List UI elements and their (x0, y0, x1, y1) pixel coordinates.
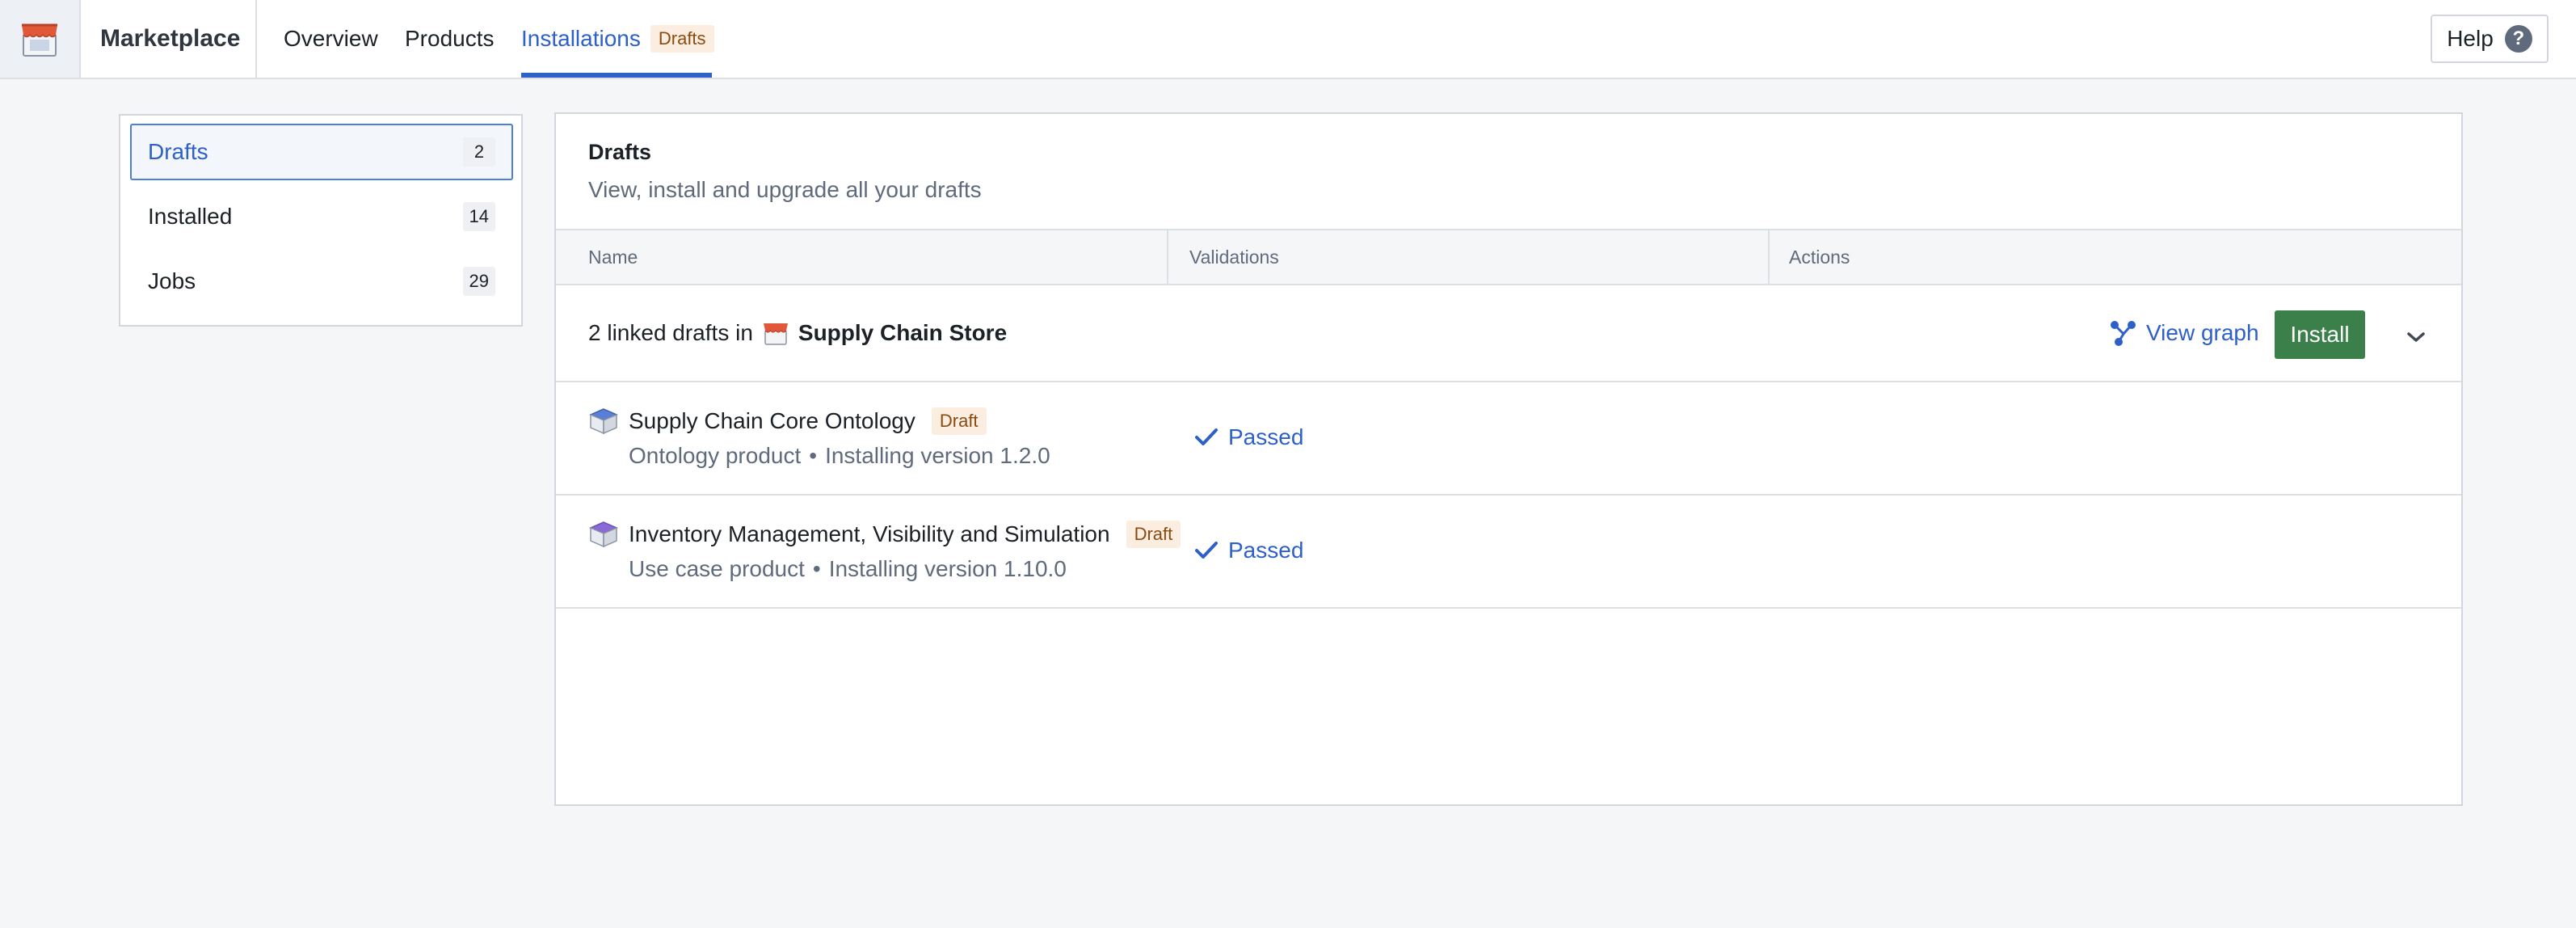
validation-status: Passed (1194, 382, 1303, 492)
chevron-down-icon (2407, 332, 2425, 342)
column-header-validations[interactable]: Validations (1189, 230, 1279, 284)
sidebar-item-label: Installed (148, 204, 233, 229)
checkmark-icon (1195, 428, 1218, 445)
help-icon: ? (2504, 25, 2532, 53)
meta-separator: • (809, 443, 818, 468)
view-graph-label: View graph (2146, 320, 2259, 345)
product-box-icon (589, 521, 618, 548)
meta-separator: • (812, 556, 821, 581)
count-badge: 29 (462, 267, 495, 296)
table-row[interactable]: Inventory Management, Visibility and Sim… (556, 496, 2461, 609)
top-navbar: Marketplace Overview Products Installati… (0, 0, 2576, 79)
linked-drafts-text: 2 linked drafts in (588, 320, 753, 345)
sidebar-item-label: Jobs (148, 268, 196, 293)
help-label: Help (2447, 26, 2494, 51)
navbar-divider (255, 0, 257, 78)
drafts-panel: Drafts View, install and upgrade all you… (554, 112, 2463, 806)
store-group-row: 2 linked drafts in Supply Chain Store Vi… (556, 285, 2461, 382)
help-button[interactable]: Help ? (2431, 15, 2549, 63)
column-header-actions[interactable]: Actions (1789, 230, 1850, 284)
draft-name-cell: Inventory Management, Visibility and Sim… (629, 518, 1181, 550)
validation-label: Passed (1228, 538, 1304, 563)
validation-label: Passed (1228, 424, 1304, 449)
validation-status: Passed (1194, 496, 1303, 605)
product-type: Ontology product (629, 443, 802, 468)
sidebar-item-jobs[interactable]: Jobs 29 (130, 253, 513, 310)
count-badge: 14 (462, 202, 495, 231)
panel-subtitle: View, install and upgrade all your draft… (588, 177, 982, 202)
nav-installations-label: Installations (521, 26, 641, 51)
sidebar-item-installed[interactable]: Installed 14 (130, 188, 513, 245)
store-icon (22, 23, 57, 57)
install-version: Installing version 1.2.0 (825, 443, 1050, 468)
draft-tag: Draft (931, 407, 987, 435)
sidebar-item-label: Drafts (148, 139, 208, 164)
draft-tag: Draft (1126, 521, 1181, 548)
panel-title: Drafts (588, 140, 652, 164)
draft-name-cell: Supply Chain Core Ontology Draft (629, 405, 987, 437)
active-tab-indicator (521, 73, 712, 78)
draft-meta: Ontology product • Installing version 1.… (629, 441, 1050, 471)
store-group-label: 2 linked drafts in Supply Chain Store (588, 285, 1007, 381)
table-row[interactable]: Supply Chain Core Ontology Draft Ontolog… (556, 382, 2461, 496)
count-badge: 2 (463, 137, 495, 167)
nav-products[interactable]: Products (405, 0, 495, 78)
installations-sidebar: Drafts 2 Installed 14 Jobs 29 (119, 114, 523, 327)
expand-group-button[interactable] (2398, 317, 2434, 357)
column-divider (1768, 230, 1770, 284)
drafts-tag: Drafts (650, 25, 714, 53)
draft-meta: Use case product • Installing version 1.… (629, 554, 1067, 584)
store-icon (763, 323, 788, 345)
table-header: Name Validations Actions (556, 229, 2461, 285)
graph-icon (2111, 321, 2136, 346)
column-divider (1167, 230, 1168, 284)
install-button[interactable]: Install (2275, 310, 2365, 359)
sidebar-item-drafts[interactable]: Drafts 2 (130, 124, 513, 180)
checkmark-icon (1195, 542, 1218, 559)
install-version: Installing version 1.10.0 (828, 556, 1067, 581)
nav-overview[interactable]: Overview (284, 0, 378, 78)
product-box-icon (589, 408, 618, 435)
app-logo[interactable] (0, 0, 81, 78)
column-header-name[interactable]: Name (588, 230, 638, 284)
draft-name[interactable]: Supply Chain Core Ontology (629, 408, 915, 434)
draft-name[interactable]: Inventory Management, Visibility and Sim… (629, 521, 1110, 547)
nav-installations[interactable]: Installations Drafts (521, 0, 714, 78)
app-title: Marketplace (100, 25, 241, 52)
store-name[interactable]: Supply Chain Store (798, 320, 1007, 346)
view-graph-button[interactable]: View graph (2109, 285, 2259, 381)
product-type: Use case product (629, 556, 805, 581)
